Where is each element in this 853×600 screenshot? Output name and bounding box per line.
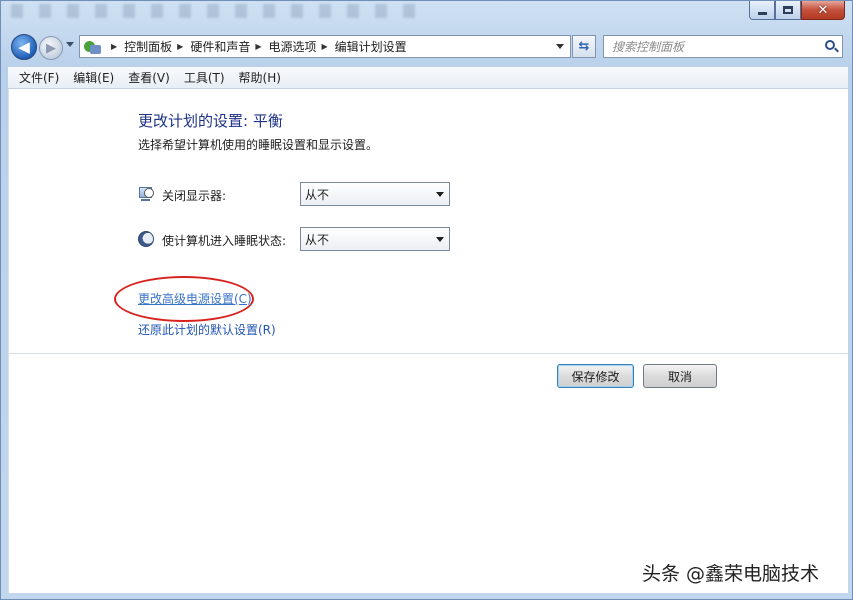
forward-arrow-icon: ▶ <box>46 40 56 56</box>
control-panel-window: ✕ ◀ ▶ ▶控制面板 ▶硬件和声音 ▶电源选项 ▶编辑计划设置 ⇆ 文件(F)… <box>0 0 853 600</box>
back-arrow-icon: ◀ <box>18 38 30 56</box>
maximize-button[interactable] <box>775 1 801 20</box>
back-button[interactable]: ◀ <box>11 34 37 60</box>
display-off-value: 从不 <box>305 187 330 202</box>
sleep-label: 使计算机进入睡眠状态: <box>162 234 287 248</box>
window-controls: ✕ <box>749 1 845 20</box>
display-off-select[interactable]: 从不 <box>300 182 450 206</box>
navigation-bar: ◀ ▶ ▶ 控制面板 ▶ 硬件和声音 ▶ 电源选项 ▶ 编辑计划设置 ⇆ <box>1 30 852 64</box>
page-subtitle: 选择希望计算机使用的睡眠设置和显示设置。 <box>138 138 379 152</box>
cancel-button[interactable]: 取消 <box>643 364 717 388</box>
monitor-clock-icon <box>138 186 154 202</box>
chevron-right-icon: ▶ <box>177 42 184 51</box>
recent-pages-dropdown[interactable] <box>66 42 74 47</box>
refresh-icon: ⇆ <box>578 39 590 54</box>
page-title: 更改计划的设置: 平衡 <box>138 112 283 130</box>
menu-edit[interactable]: 编辑(E) <box>66 69 121 86</box>
blurred-title-area <box>11 4 431 18</box>
chevron-down-icon <box>436 192 444 197</box>
breadcrumb-item[interactable]: ▶ 控制面板 <box>106 38 172 55</box>
minimize-button[interactable] <box>749 1 775 20</box>
menu-view[interactable]: 查看(V) <box>121 69 177 86</box>
breadcrumb-item[interactable]: ▶ 编辑计划设置 <box>317 38 407 55</box>
content-pane: 更改计划的设置: 平衡 选择希望计算机使用的睡眠设置和显示设置。 关闭显示器: … <box>8 89 848 593</box>
search-box <box>603 35 843 58</box>
moon-sleep-icon <box>138 231 154 247</box>
sleep-select[interactable]: 从不 <box>300 227 450 251</box>
breadcrumb-item[interactable]: ▶ 电源选项 <box>250 38 316 55</box>
save-changes-button[interactable]: 保存修改 <box>557 364 634 388</box>
address-dropdown-icon[interactable] <box>556 44 564 49</box>
refresh-button[interactable]: ⇆ <box>572 35 596 58</box>
chevron-down-icon <box>436 237 444 242</box>
menu-file[interactable]: 文件(F) <box>12 69 66 86</box>
watermark: 头条 @鑫荣电脑技术 <box>642 563 820 585</box>
address-bar[interactable]: ▶ 控制面板 ▶ 硬件和声音 ▶ 电源选项 ▶ 编辑计划设置 <box>79 35 571 58</box>
title-bar: ✕ <box>1 1 852 29</box>
advanced-power-settings-link[interactable]: 更改高级电源设置(C) <box>138 290 252 307</box>
search-icon[interactable] <box>825 40 835 50</box>
chevron-right-icon: ▶ <box>255 42 262 51</box>
sleep-value: 从不 <box>305 232 330 247</box>
display-off-label: 关闭显示器: <box>162 189 227 203</box>
menu-bar: 文件(F) 编辑(E) 查看(V) 工具(T) 帮助(H) <box>8 67 848 89</box>
breadcrumb-item[interactable]: ▶ 硬件和声音 <box>172 38 250 55</box>
chevron-right-icon: ▶ <box>111 42 118 51</box>
search-input[interactable] <box>612 39 812 54</box>
close-icon: ✕ <box>817 2 829 18</box>
chevron-right-icon: ▶ <box>321 42 328 51</box>
menu-help[interactable]: 帮助(H) <box>232 69 288 86</box>
forward-button[interactable]: ▶ <box>39 36 63 60</box>
restore-defaults-link[interactable]: 还原此计划的默认设置(R) <box>138 321 276 338</box>
close-button[interactable]: ✕ <box>801 1 845 20</box>
menu-tools[interactable]: 工具(T) <box>177 69 232 86</box>
divider <box>9 353 848 354</box>
maximize-icon <box>783 6 793 14</box>
minimize-icon <box>757 11 767 15</box>
control-panel-icon <box>84 39 102 55</box>
